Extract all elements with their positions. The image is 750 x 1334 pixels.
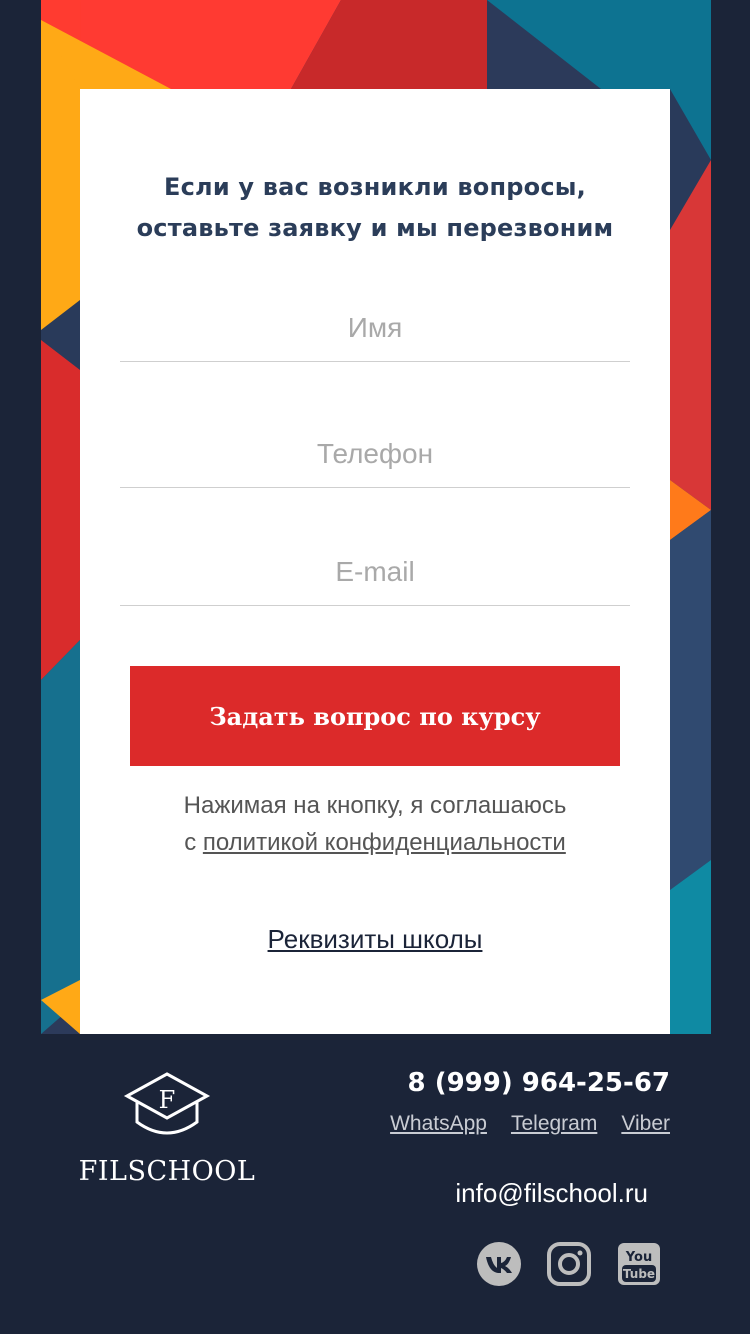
- logo-text: FILSCHOOL: [78, 1156, 256, 1187]
- graduation-cap-icon: F: [123, 1072, 211, 1135]
- viber-link[interactable]: Viber: [621, 1112, 670, 1136]
- filschool-logo[interactable]: F FILSCHOOL: [78, 1070, 256, 1190]
- footer-phone[interactable]: 8 (999) 964-25-67: [408, 1068, 670, 1098]
- social-links: You Tube: [476, 1241, 662, 1287]
- submit-question-button[interactable]: Задать вопрос по курсу: [130, 666, 620, 766]
- consent-line-2: с политикой конфиденциальности: [100, 824, 650, 861]
- footer-email[interactable]: info@filschool.ru: [455, 1178, 648, 1209]
- consent-text: Нажимая на кнопку, я соглашаюсь: [183, 792, 567, 819]
- privacy-policy-link[interactable]: политикой конфиденциальности: [203, 829, 566, 856]
- svg-text:You: You: [625, 1250, 652, 1265]
- name-input[interactable]: [120, 295, 630, 362]
- form-title-line-2: оставьте заявку и мы перезвоним: [136, 214, 614, 242]
- messenger-links: WhatsApp Telegram Viber: [390, 1112, 670, 1136]
- vk-icon[interactable]: [476, 1241, 522, 1287]
- consent-prefix: с: [184, 829, 203, 856]
- youtube-icon[interactable]: You Tube: [616, 1241, 662, 1287]
- whatsapp-link[interactable]: WhatsApp: [390, 1112, 487, 1136]
- requisites-block: Реквизиты школы: [80, 924, 670, 955]
- school-requisites-link[interactable]: Реквизиты школы: [268, 924, 483, 954]
- logo-letter: F: [159, 1086, 176, 1114]
- email-input[interactable]: [120, 539, 630, 606]
- form-title-line-1: Если у вас возникли вопросы,: [164, 173, 586, 201]
- instagram-icon[interactable]: [546, 1241, 592, 1287]
- svg-text:Tube: Tube: [623, 1267, 655, 1281]
- telegram-link[interactable]: Telegram: [511, 1112, 597, 1136]
- privacy-consent: Нажимая на кнопку, я соглашаюсь с полити…: [100, 787, 650, 861]
- callback-form-card: Если у вас возникли вопросы, оставьте за…: [80, 89, 670, 1034]
- form-title: Если у вас возникли вопросы, оставьте за…: [100, 167, 650, 249]
- phone-input[interactable]: [120, 421, 630, 488]
